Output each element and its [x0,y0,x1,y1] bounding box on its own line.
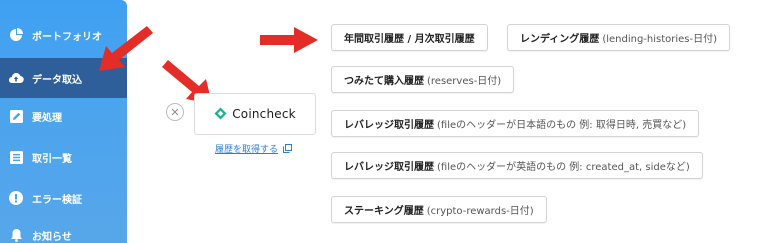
button-sublabel: (reserves-日付) [427,76,502,87]
alert-icon [8,190,24,206]
sidebar-item-label: データ取込 [32,74,82,86]
coincheck-logo-icon [214,105,227,124]
list-icon [8,149,24,165]
sidebar-item-error-check[interactable]: エラー検証 [0,185,127,211]
reserves-history-button[interactable]: つみたて購入履歴 (reserves-日付) [331,66,515,93]
fetch-history-link[interactable]: 履歴を取得する [215,142,293,155]
sidebar-item-label: 取引一覧 [32,153,72,165]
external-link-icon [283,144,293,153]
button-sublabel: (fileのヘッダーが英語のもの 例: created_at, sideなど) [437,162,690,173]
remove-exchange-button[interactable]: ✕ [166,103,184,121]
button-sublabel: (lending-histories-日付) [602,34,718,45]
button-label: ステーキング履歴 [344,206,424,217]
button-sublabel: (crypto-rewards-日付) [426,206,534,217]
leverage-history-jp-button[interactable]: レバレッジ取引履歴 (fileのヘッダーが日本語のもの 例: 取得日時, 売買な… [331,110,700,137]
cloud-upload-icon [8,70,24,86]
sidebar-item-label: 要処理 [32,112,62,124]
button-label: レバレッジ取引履歴 [344,120,434,131]
arrow-annotation-icon [99,26,153,71]
sidebar-item-notices[interactable]: お知らせ [0,222,127,243]
button-label: つみたて購入履歴 [344,76,424,87]
lending-history-button[interactable]: レンディング履歴 (lending-histories-日付) [507,24,731,51]
edit-icon [8,108,24,124]
bell-icon [8,227,24,243]
button-label: レンディング履歴 [520,34,600,45]
sidebar-item-label: エラー検証 [32,194,82,206]
leverage-history-en-button[interactable]: レバレッジ取引履歴 (fileのヘッダーが英語のもの 例: created_at… [331,152,703,179]
staking-history-button[interactable]: ステーキング履歴 (crypto-rewards-日付) [331,196,547,223]
button-label: レバレッジ取引履歴 [344,162,434,173]
exchange-card-coincheck[interactable]: Coincheck [194,93,316,135]
button-label: 年間取引履歴 / 月次取引履歴 [344,34,475,45]
close-icon: ✕ [170,105,180,119]
sidebar-item-label: ポートフォリオ [32,31,102,43]
pie-chart-icon [8,27,24,43]
exchange-name: Coincheck [232,107,296,121]
fetch-history-label: 履歴を取得する [215,145,279,155]
trade-history-button[interactable]: 年間取引履歴 / 月次取引履歴 [331,24,488,51]
arrow-annotation-icon [260,27,318,53]
button-sublabel: (fileのヘッダーが日本語のもの 例: 取得日時, 売買など) [437,120,687,131]
sidebar-item-transactions[interactable]: 取引一覧 [0,144,127,170]
sidebar-item-todo[interactable]: 要処理 [0,103,127,129]
sidebar-item-label: お知らせ [32,231,72,243]
